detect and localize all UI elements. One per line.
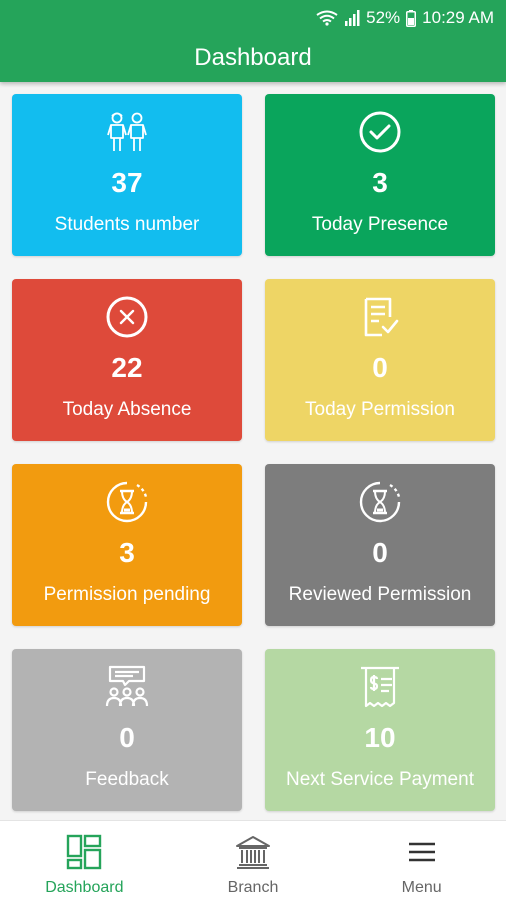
check-circle-icon <box>358 108 402 156</box>
battery-icon <box>406 9 417 27</box>
app-bar: 52% 10:29 AM Dashboard <box>0 0 506 82</box>
bottom-navigation: Dashboard Branch Menu <box>0 820 506 900</box>
card-label: Today Absence <box>62 399 192 420</box>
card-label: Today Permission <box>305 399 455 420</box>
card-reviewed-permission[interactable]: 0 Reviewed Permission <box>265 464 495 626</box>
wifi-icon <box>316 10 338 26</box>
feedback-icon <box>104 663 150 711</box>
menu-icon <box>407 833 437 871</box>
card-value: 3 <box>119 537 135 568</box>
hourglass-icon <box>104 478 150 526</box>
signal-icon <box>344 10 360 26</box>
card-value: 0 <box>372 352 388 383</box>
battery-percent: 52% <box>366 8 401 27</box>
card-students-number[interactable]: 37 Students number <box>12 94 242 256</box>
nav-label: Dashboard <box>45 879 124 896</box>
receipt-icon <box>357 663 403 711</box>
card-value: 37 <box>111 167 143 198</box>
hourglass-icon <box>357 478 403 526</box>
card-value: 10 <box>364 722 396 753</box>
nav-item-branch[interactable]: Branch <box>169 821 338 900</box>
card-today-permission[interactable]: 0 Today Permission <box>265 279 495 441</box>
card-permission-pending[interactable]: 3 Permission pending <box>12 464 242 626</box>
nav-item-menu[interactable]: Menu <box>337 821 506 900</box>
card-label: Feedback <box>85 769 169 790</box>
card-label: Permission pending <box>43 584 211 605</box>
card-today-presence[interactable]: 3 Today Presence <box>265 94 495 256</box>
page-title: Dashboard <box>194 44 312 71</box>
bank-icon <box>235 833 271 871</box>
card-label: Next Service Payment <box>286 769 474 790</box>
card-label: Today Presence <box>311 214 449 235</box>
x-circle-icon <box>105 293 149 341</box>
nav-label: Menu <box>401 879 442 896</box>
card-value: 3 <box>372 167 388 198</box>
card-value: 0 <box>119 722 135 753</box>
card-label: Students number <box>54 214 200 235</box>
card-label: Reviewed Permission <box>288 584 472 605</box>
card-next-service-payment[interactable]: 10 Next Service Payment <box>265 649 495 811</box>
card-today-absence[interactable]: 22 Today Absence <box>12 279 242 441</box>
card-value: 22 <box>111 352 143 383</box>
nav-item-dashboard[interactable]: Dashboard <box>0 821 169 900</box>
card-feedback[interactable]: 0 Feedback <box>12 649 242 811</box>
dashboard-icon <box>66 833 102 871</box>
document-check-icon <box>358 293 402 341</box>
nav-label: Branch <box>227 879 279 896</box>
clock: 10:29 AM <box>422 8 494 27</box>
status-bar: 52% 10:29 AM <box>316 7 494 29</box>
students-icon <box>105 108 149 156</box>
dashboard-grid: 37 Students number 3 Today Presence 22 T… <box>12 94 496 811</box>
card-value: 0 <box>372 537 388 568</box>
